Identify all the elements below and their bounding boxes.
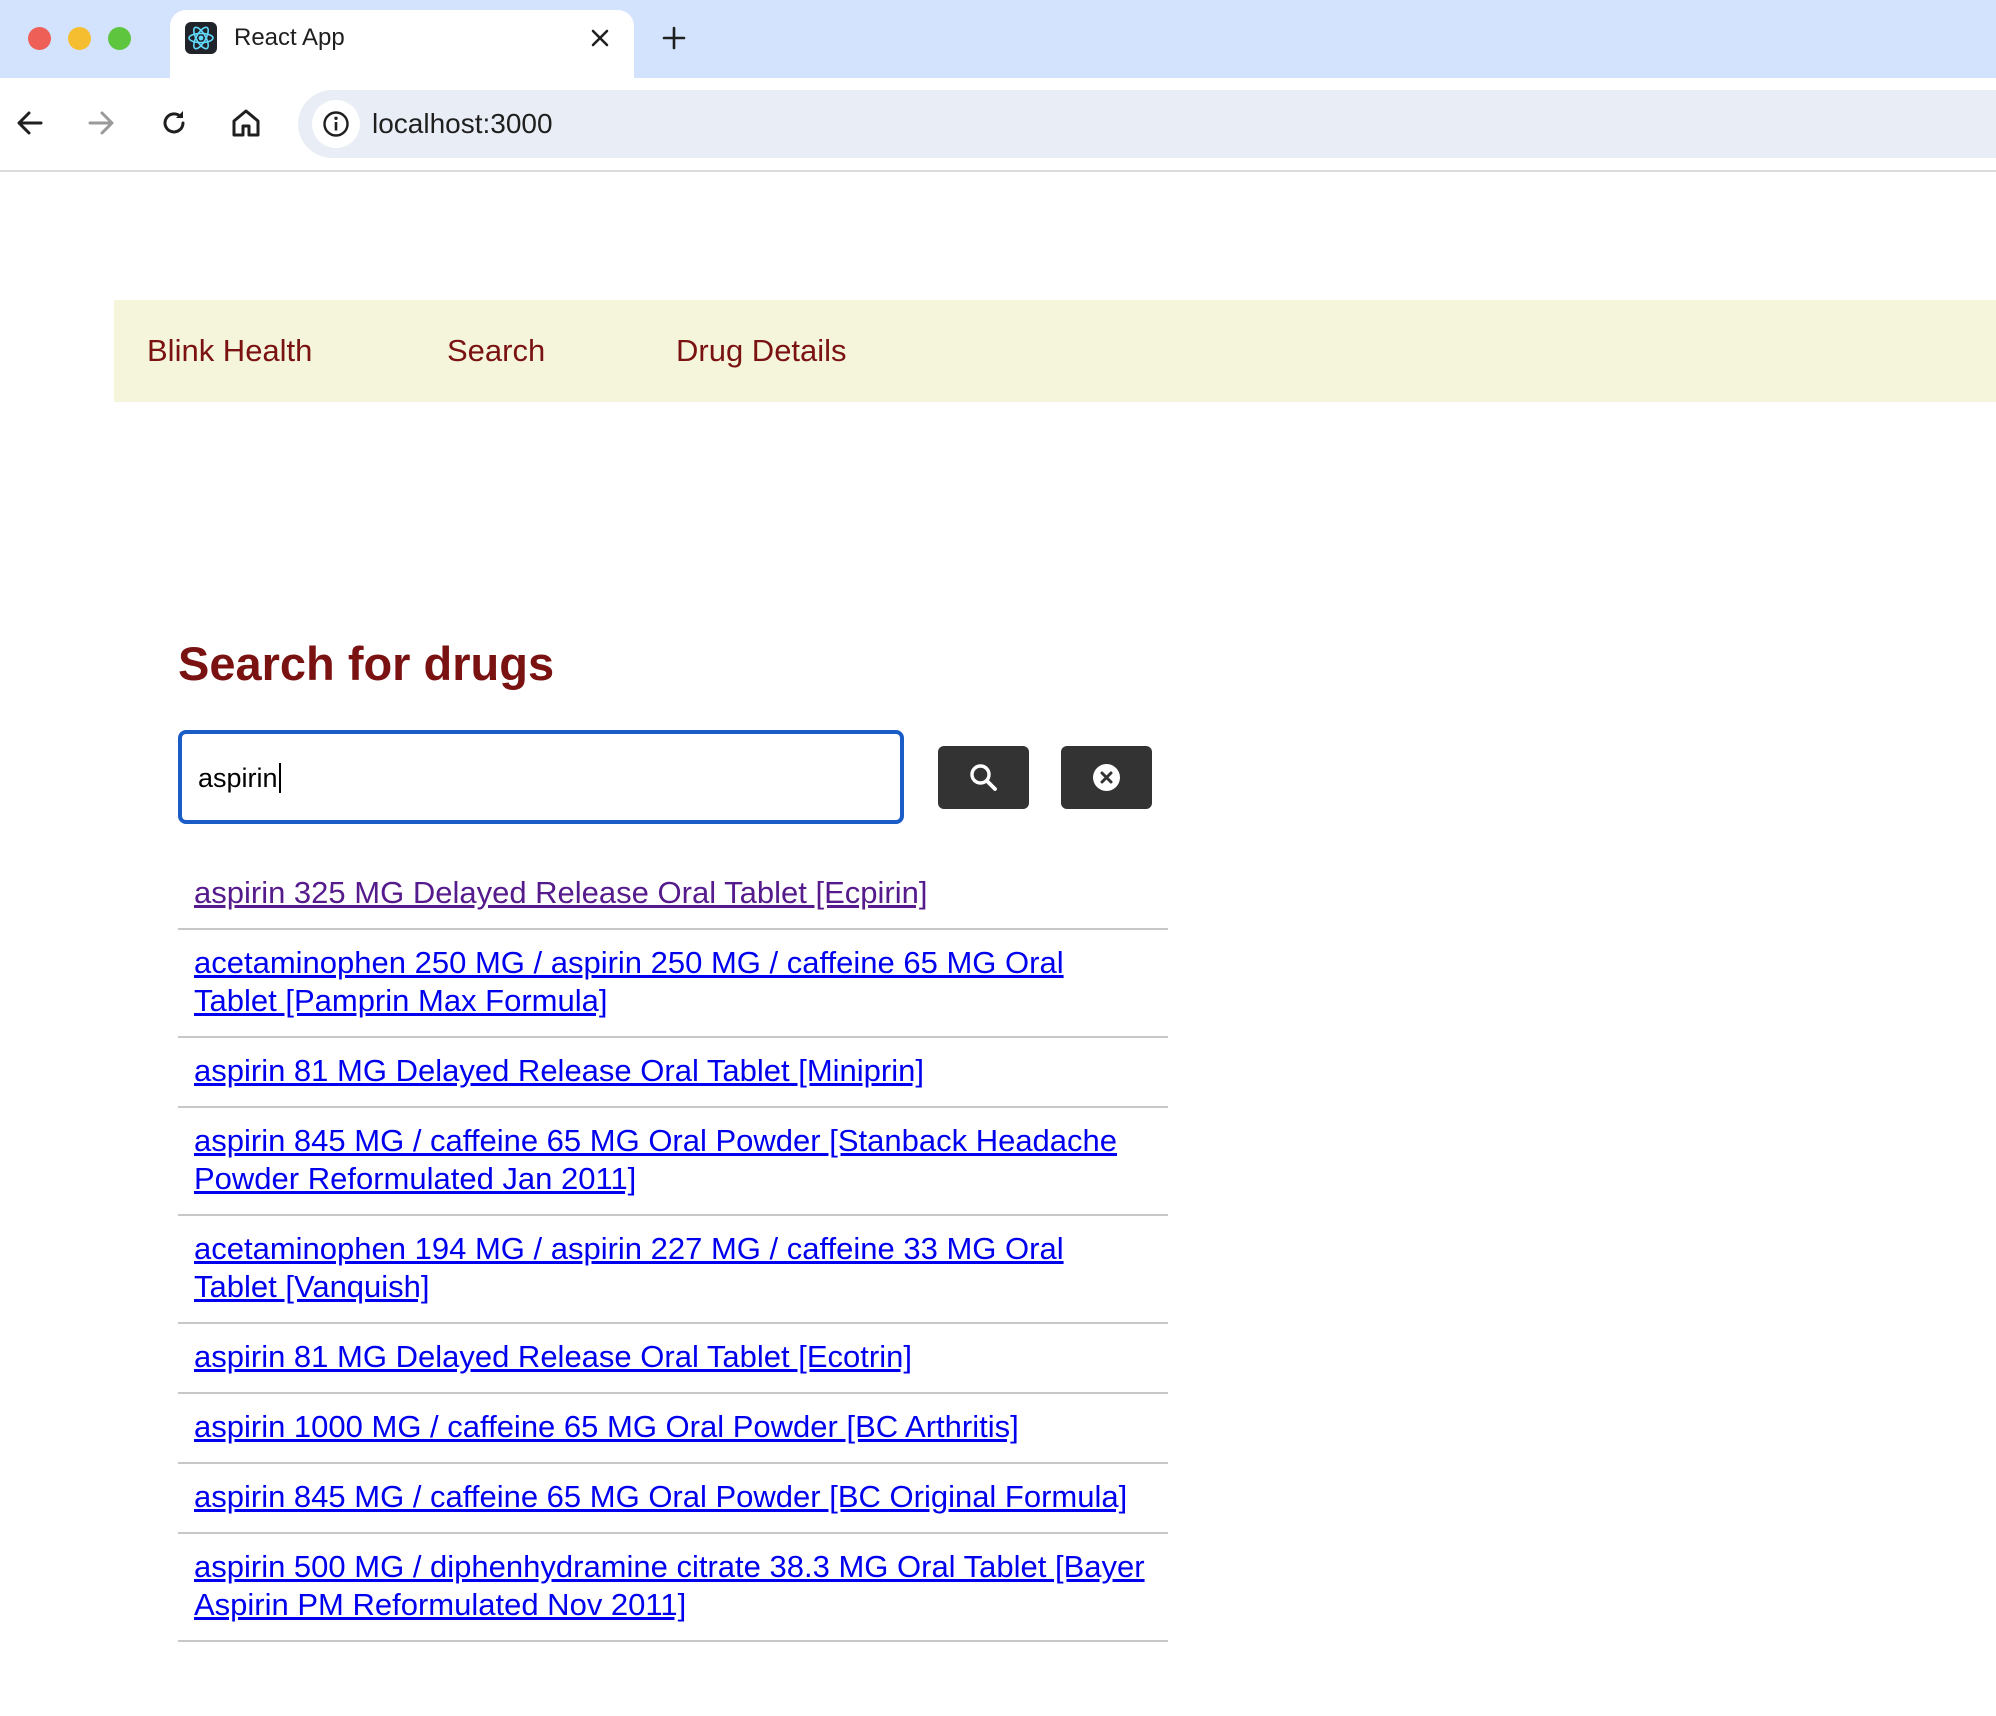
drug-result-link[interactable]: aspirin 325 MG Delayed Release Oral Tabl… [194, 875, 927, 910]
back-arrow-icon[interactable] [12, 105, 48, 141]
tab-title: React App [234, 24, 345, 51]
drug-result-link[interactable]: aspirin 81 MG Delayed Release Oral Table… [194, 1339, 912, 1374]
home-icon[interactable] [228, 105, 264, 141]
list-item: acetaminophen 194 MG / aspirin 227 MG / … [178, 1216, 1168, 1324]
list-item: aspirin 845 MG / caffeine 65 MG Oral Pow… [178, 1108, 1168, 1216]
text-caret [278, 763, 281, 793]
app-navbar: Blink Health Search Drug Details [114, 300, 1996, 402]
page-title: Search for drugs [178, 637, 555, 690]
results-list: aspirin 325 MG Delayed Release Oral Tabl… [178, 860, 1168, 1642]
search-button[interactable] [938, 746, 1029, 809]
react-logo-icon [185, 22, 217, 54]
browser-tab-strip: React App [0, 0, 1996, 78]
address-bar[interactable]: localhost:3000 [298, 90, 1996, 158]
site-info-button[interactable] [312, 100, 360, 148]
forward-arrow-icon[interactable] [83, 105, 119, 141]
info-icon [323, 111, 349, 137]
nav-brand-link[interactable]: Blink Health [147, 332, 312, 370]
browser-tab-active[interactable]: React App [170, 10, 634, 78]
nav-search-link[interactable]: Search [447, 332, 545, 370]
drug-result-link[interactable]: aspirin 1000 MG / caffeine 65 MG Oral Po… [194, 1409, 1019, 1444]
plus-icon[interactable] [660, 24, 688, 52]
clear-button[interactable] [1061, 746, 1152, 809]
search-input-value: aspirin [198, 762, 281, 794]
drug-result-link[interactable]: aspirin 81 MG Delayed Release Oral Table… [194, 1053, 924, 1088]
list-item: aspirin 81 MG Delayed Release Oral Table… [178, 1038, 1168, 1108]
list-item: aspirin 845 MG / caffeine 65 MG Oral Pow… [178, 1464, 1168, 1534]
drug-result-link[interactable]: acetaminophen 194 MG / aspirin 227 MG / … [194, 1231, 1064, 1304]
list-item: aspirin 81 MG Delayed Release Oral Table… [178, 1324, 1168, 1394]
close-icon[interactable] [588, 26, 612, 50]
list-item: acetaminophen 250 MG / aspirin 250 MG / … [178, 930, 1168, 1038]
browser-toolbar: localhost:3000 [0, 78, 1996, 172]
nav-drug-details-link[interactable]: Drug Details [676, 332, 847, 370]
search-icon [970, 764, 997, 791]
window-zoom-button[interactable] [108, 27, 131, 50]
list-item: aspirin 500 MG / diphenhydramine citrate… [178, 1534, 1168, 1642]
list-item: aspirin 325 MG Delayed Release Oral Tabl… [178, 860, 1168, 930]
drug-result-link[interactable]: acetaminophen 250 MG / aspirin 250 MG / … [194, 945, 1064, 1018]
window-close-button[interactable] [28, 27, 51, 50]
clear-circle-icon [1093, 764, 1120, 791]
list-item: aspirin 1000 MG / caffeine 65 MG Oral Po… [178, 1394, 1168, 1464]
drug-result-link[interactable]: aspirin 845 MG / caffeine 65 MG Oral Pow… [194, 1479, 1127, 1514]
reload-icon[interactable] [156, 105, 192, 141]
search-input[interactable]: aspirin [178, 730, 904, 824]
window-minimize-button[interactable] [68, 27, 91, 50]
drug-result-link[interactable]: aspirin 500 MG / diphenhydramine citrate… [194, 1549, 1145, 1622]
drug-result-link[interactable]: aspirin 845 MG / caffeine 65 MG Oral Pow… [194, 1123, 1117, 1196]
url-text: localhost:3000 [372, 108, 553, 139]
